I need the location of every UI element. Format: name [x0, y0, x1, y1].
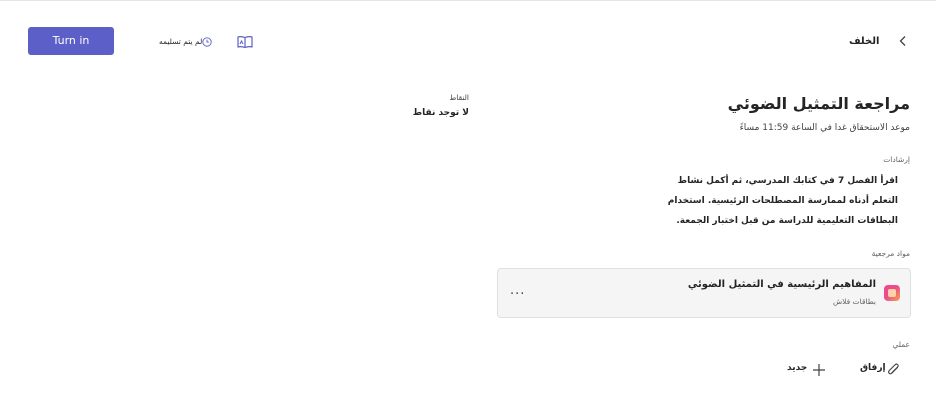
reference-name: المفاهيم الرئيسية في التمثيل الضوئي: [687, 279, 876, 290]
more-options-icon[interactable]: ...: [510, 283, 525, 298]
assignment-title: مراجعة التمثيل الضوئي: [727, 94, 910, 113]
instructions-text: اقرأ الفصل 7 في كتابك المدرسي، ثم أكمل ن…: [667, 176, 898, 226]
back-label[interactable]: الخلف: [849, 36, 879, 47]
reference-card[interactable]: ... المفاهيم الرئيسية في التمثيل الضوئي …: [497, 268, 911, 318]
paperclip-icon[interactable]: [886, 362, 902, 378]
reference-type: بطاقات فلاش: [832, 297, 876, 306]
plus-icon[interactable]: [811, 362, 827, 378]
flashcards-app-icon: [884, 285, 900, 301]
clock-icon: [202, 37, 212, 47]
reference-materials-heading: مواد مرجعية: [871, 249, 910, 258]
top-divider: [0, 0, 936, 1]
attach-button[interactable]: إرفاق: [860, 363, 886, 373]
chevron-left-icon[interactable]: [898, 35, 908, 47]
turn-in-button[interactable]: Turn in: [28, 27, 114, 55]
points-title: النقاط: [449, 93, 469, 102]
immersive-reader-icon[interactable]: [236, 34, 254, 50]
submission-status: لم يتم تسليمه: [159, 37, 203, 46]
points-value: لا توجد نقاط: [412, 108, 469, 118]
my-work-heading: عملي: [892, 340, 910, 349]
instructions-heading: إرشادات: [883, 155, 910, 164]
new-button[interactable]: جديد: [787, 363, 807, 373]
due-date: موعد الاستحقاق غدا في الساعة 11:59 مساءً: [739, 123, 910, 133]
